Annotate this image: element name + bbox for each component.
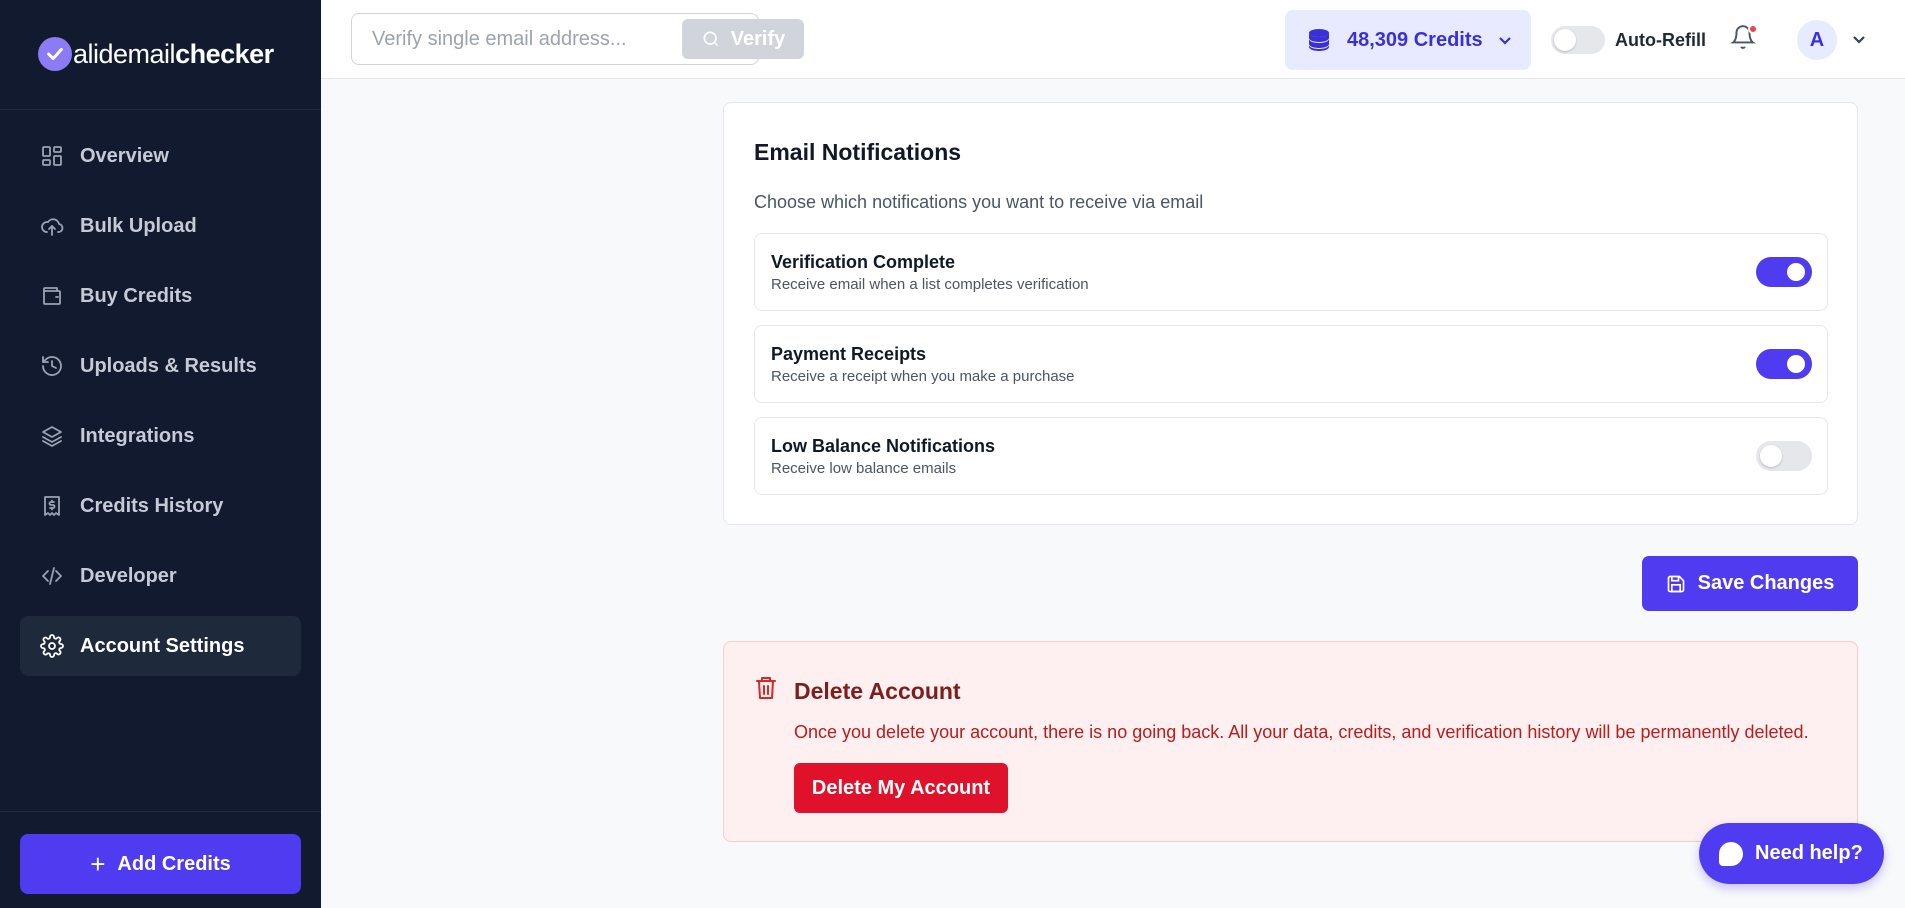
search-icon [703, 31, 719, 47]
sidebar: alidemailchecker Overview Bulk Upload Bu… [0, 0, 321, 908]
chevron-down-icon[interactable] [1851, 31, 1867, 47]
add-credits-label: Add Credits [117, 852, 231, 875]
coins-icon [1309, 29, 1329, 51]
verify-label: Verify [730, 27, 786, 50]
delete-account-button[interactable]: Delete My Account [794, 763, 1008, 813]
delete-account-section: Delete Account Once you delete your acco… [723, 641, 1858, 842]
notifications-button[interactable] [1730, 24, 1758, 54]
sidebar-divider [0, 109, 321, 110]
dashboard-icon [42, 146, 62, 166]
top-bar: Verify 48,309 Credits Auto-Refill A [321, 0, 1905, 79]
trash-icon [754, 675, 778, 701]
notification-row-payment-receipts: Payment Receipts Receive a receipt when … [754, 325, 1828, 403]
notification-description: Receive a receipt when you make a purcha… [771, 368, 1075, 385]
sidebar-item-label: Buy Credits [80, 284, 193, 307]
sidebar-item-overview[interactable]: Overview [20, 126, 301, 186]
auto-refill-label: Auto-Refill [1615, 29, 1706, 50]
sidebar-item-label: Uploads & Results [80, 354, 257, 377]
cloud-upload-icon [41, 218, 64, 236]
notification-title: Payment Receipts [771, 344, 927, 364]
sidebar-item-uploads-results[interactable]: Uploads & Results [20, 336, 301, 396]
code-icon [42, 567, 62, 585]
auto-refill-toggle[interactable] [1551, 26, 1605, 54]
sidebar-item-label: Bulk Upload [80, 214, 197, 237]
delete-account-title: Delete Account [794, 678, 961, 704]
payment-receipts-toggle[interactable] [1756, 349, 1812, 379]
save-changes-label: Save Changes [1697, 572, 1835, 594]
notification-row-verification-complete: Verification Complete Receive email when… [754, 233, 1828, 311]
plus-icon: + [90, 849, 106, 879]
save-changes-button[interactable]: Save Changes [1642, 556, 1858, 611]
section-subtitle: Choose which notifications you want to r… [754, 192, 1204, 212]
notification-badge [1748, 24, 1758, 34]
notification-description: Receive low balance emails [771, 460, 957, 477]
notification-title: Low Balance Notifications [771, 436, 996, 456]
sidebar-item-integrations[interactable]: Integrations [20, 406, 301, 466]
sidebar-item-label: Integrations [80, 424, 195, 447]
avatar[interactable]: A [1797, 20, 1837, 60]
logo[interactable]: alidemailchecker [38, 36, 274, 72]
gear-icon [40, 634, 64, 658]
sidebar-item-developer[interactable]: Developer [20, 546, 301, 606]
sidebar-nav: Overview Bulk Upload Buy Credits Uploads… [20, 126, 301, 686]
notification-title: Verification Complete [771, 252, 956, 272]
email-notifications-card: Email Notifications Choose which notific… [723, 102, 1858, 525]
email-verify-field: Verify [351, 13, 804, 65]
verification-complete-toggle[interactable] [1756, 257, 1812, 287]
notification-row-low-balance: Low Balance Notifications Receive low ba… [754, 417, 1828, 495]
checkmark-logo-icon [38, 37, 72, 71]
save-icon [1667, 575, 1684, 592]
delete-account-warning: Once you delete your account, there is n… [794, 722, 1809, 742]
logo-text: alidemailchecker [73, 38, 274, 69]
add-credits-button[interactable]: + Add Credits [20, 834, 301, 894]
sidebar-item-bulk-upload[interactable]: Bulk Upload [20, 196, 301, 256]
history-icon [42, 356, 62, 376]
wallet-icon [43, 287, 61, 305]
verify-button[interactable]: Verify [682, 19, 804, 59]
sidebar-item-account-settings[interactable]: Account Settings [20, 616, 301, 676]
sidebar-item-label: Credits History [80, 494, 224, 517]
receipt-icon [44, 496, 60, 516]
sidebar-divider [0, 811, 321, 812]
sidebar-item-buy-credits[interactable]: Buy Credits [20, 266, 301, 326]
sidebar-item-label: Account Settings [80, 634, 245, 657]
credits-balance: 48,309 Credits [1347, 28, 1483, 51]
layers-icon [42, 426, 62, 447]
sidebar-item-label: Overview [80, 144, 169, 167]
credits-dropdown[interactable]: 48,309 Credits [1285, 10, 1531, 70]
notification-description: Receive email when a list completes veri… [771, 276, 1089, 293]
chat-bubble-icon [1719, 841, 1743, 866]
sidebar-item-credits-history[interactable]: Credits History [20, 476, 301, 536]
auto-refill: Auto-Refill [1551, 26, 1706, 54]
need-help-button[interactable]: Need help? [1699, 823, 1884, 884]
low-balance-toggle[interactable] [1756, 441, 1812, 471]
need-help-label: Need help? [1755, 842, 1863, 864]
email-input[interactable] [352, 14, 672, 64]
section-title: Email Notifications [754, 139, 962, 165]
sidebar-item-label: Developer [80, 564, 177, 587]
chevron-down-icon [1498, 37, 1511, 45]
